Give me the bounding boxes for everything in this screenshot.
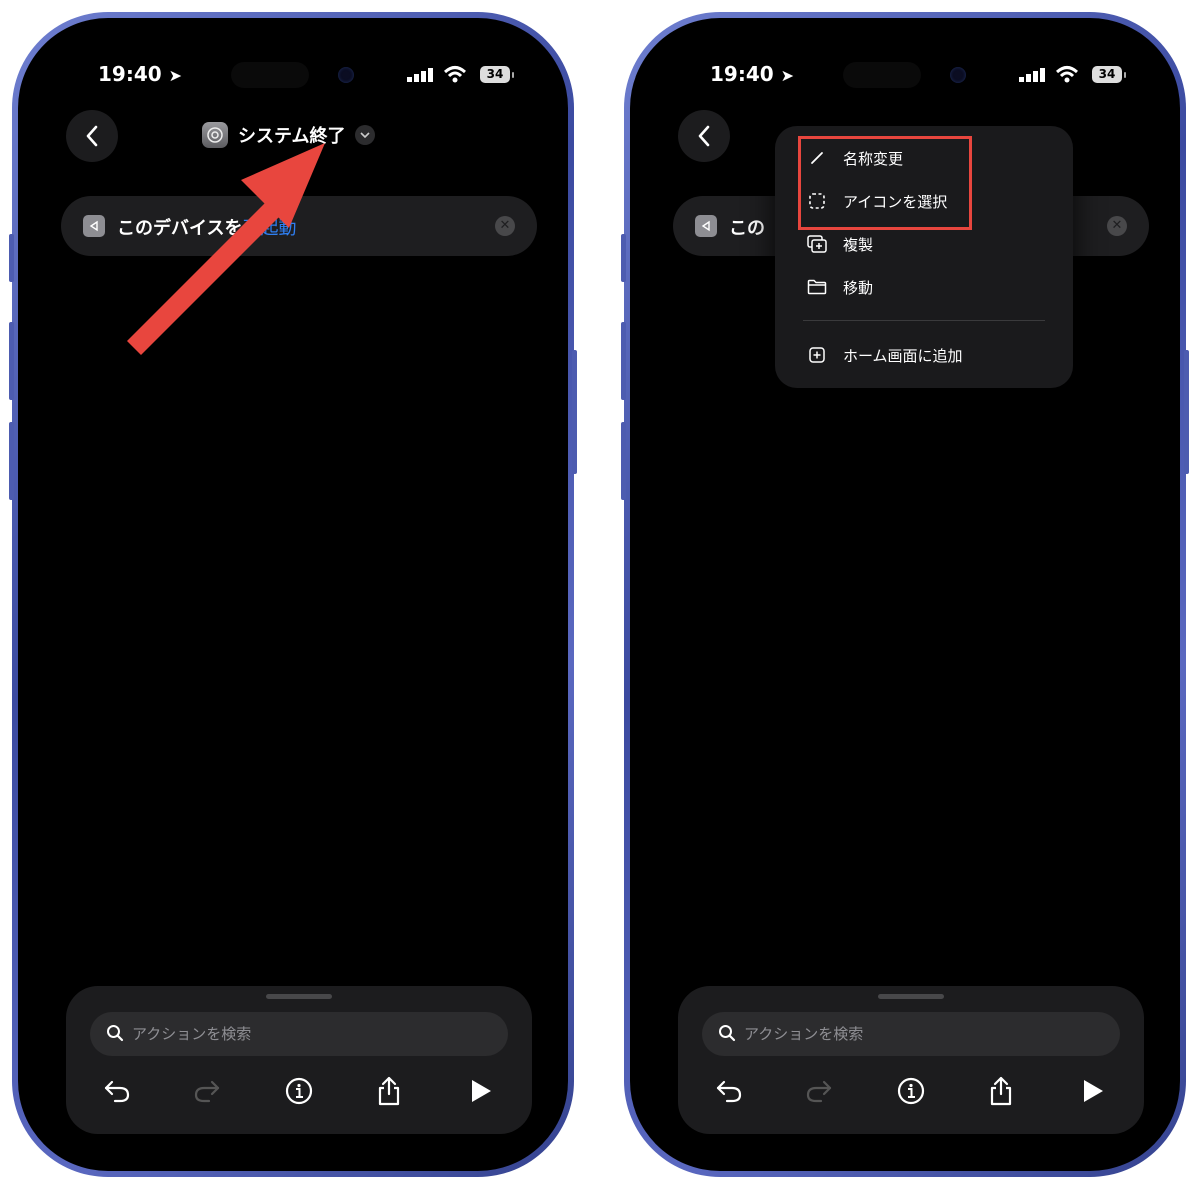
menu-item-label: 移動 — [843, 278, 874, 297]
grabber-handle[interactable] — [878, 994, 944, 999]
search-placeholder: アクションを検索 — [744, 1025, 864, 1043]
info-icon[interactable] — [894, 1074, 928, 1108]
play-icon[interactable] — [1076, 1074, 1110, 1108]
right-phone-frame: 19:40 ➤ 34 この ✕ 名称変更 アイコンを選択 複製 移動 ホーム画面… — [621, 12, 1189, 1177]
search-icon — [719, 1025, 736, 1042]
bottom-panel: アクションを検索 — [678, 986, 1144, 1134]
menu-item-duplicate[interactable]: 複製 — [775, 226, 1073, 262]
undo-icon[interactable] — [712, 1074, 746, 1108]
menu-item-label: ホーム画面に追加 — [843, 346, 963, 365]
undo-icon[interactable] — [100, 1074, 134, 1108]
search-icon — [107, 1025, 124, 1042]
search-placeholder: アクションを検索 — [132, 1025, 252, 1043]
folder-icon — [805, 275, 829, 299]
redo-icon[interactable] — [190, 1074, 224, 1108]
menu-item-label: 複製 — [843, 235, 874, 254]
action-text: この — [729, 218, 765, 239]
add-square-icon — [805, 343, 829, 367]
power-action-icon — [695, 215, 717, 237]
battery-indicator: 34 — [1092, 66, 1126, 83]
menu-item-add-to-home[interactable]: ホーム画面に追加 — [775, 337, 1073, 373]
menu-divider — [803, 320, 1045, 321]
search-actions-input[interactable]: アクションを検索 — [90, 1012, 508, 1056]
wifi-icon — [1055, 66, 1079, 83]
play-icon[interactable] — [464, 1074, 498, 1108]
dynamic-island — [843, 62, 921, 88]
menu-item-move[interactable]: 移動 — [775, 269, 1073, 305]
info-icon[interactable] — [282, 1074, 316, 1108]
red-highlight-box — [798, 136, 972, 230]
grabber-handle[interactable] — [266, 994, 332, 999]
right-screen: 19:40 ➤ 34 この ✕ 名称変更 アイコンを選択 複製 移動 ホーム画面… — [630, 18, 1180, 1171]
status-bar: 19:40 ➤ 34 — [630, 62, 1180, 92]
remove-action-icon[interactable]: ✕ — [1107, 216, 1127, 236]
duplicate-icon — [805, 232, 829, 256]
signal-icon — [1019, 68, 1045, 82]
bottom-panel: アクションを検索 — [66, 986, 532, 1134]
share-icon[interactable] — [984, 1074, 1018, 1108]
chevron-left-icon — [698, 125, 710, 147]
share-icon[interactable] — [372, 1074, 406, 1108]
search-actions-input[interactable]: アクションを検索 — [702, 1012, 1120, 1056]
camera-icon — [950, 67, 966, 83]
redo-icon[interactable] — [802, 1074, 836, 1108]
back-button[interactable] — [678, 110, 730, 162]
status-time: 19:40 ➤ — [710, 62, 795, 86]
